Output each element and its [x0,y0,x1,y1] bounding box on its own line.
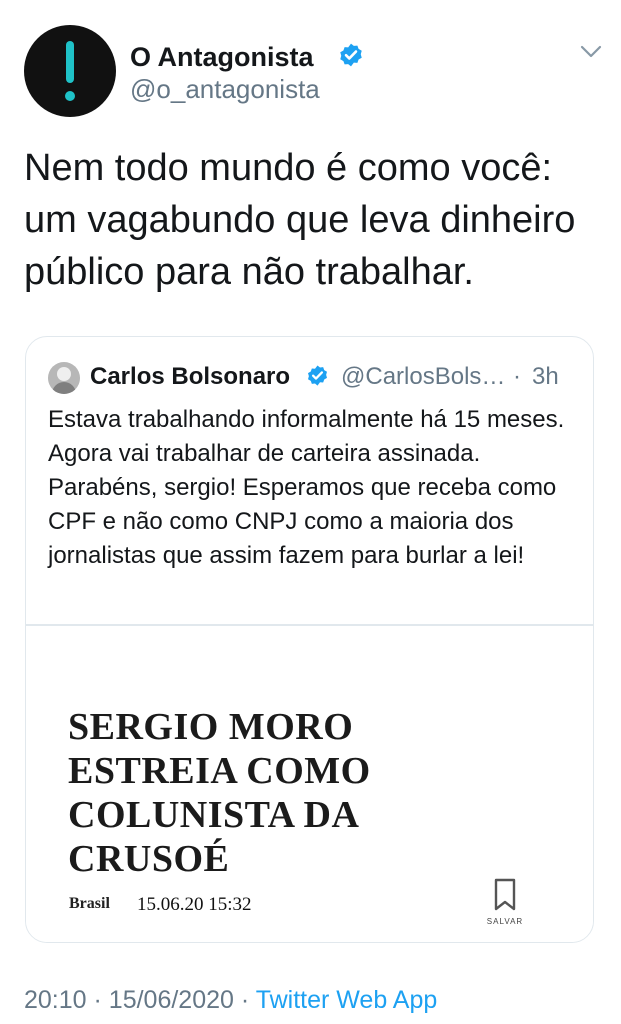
article-datetime: 15.06.20 15:32 [137,894,252,915]
tweet-date[interactable]: 15/06/2020 [109,986,234,1014]
tweet-source[interactable]: Twitter Web App [256,986,438,1014]
quoted-author-avatar[interactable] [48,362,80,394]
quoted-tweet-time[interactable]: 3h [532,362,559,392]
author-avatar[interactable] [24,25,116,117]
article-section: Brasil [69,895,110,912]
quoted-author-handle[interactable]: @CarlosBols… [341,362,505,392]
quoted-tweet-card[interactable]: Carlos Bolsonaro @CarlosBols… · 3h Estav… [25,336,594,943]
metadata-separator: · [240,986,250,1014]
tweet-header: O Antagonista @o_antagonista [24,25,604,117]
tweet-time[interactable]: 20:10 [24,986,87,1014]
metadata-separator: · [93,986,102,1014]
save-button[interactable]: SALVAR [482,878,528,940]
verified-badge-icon [340,43,362,67]
author-handle[interactable]: @o_antagonista [130,73,320,105]
tweet-metadata: 20:10 · 15/06/2020 · Twitter Web App [24,984,604,1020]
chevron-down-icon[interactable] [579,43,603,61]
quoted-tweet-text: Estava trabalhando informalmente há 15 m… [48,406,565,569]
article-preview[interactable]: SERGIO MORO ESTREIA COMO COLUNISTA DA CR… [26,626,593,942]
author-name[interactable]: O Antagonista [130,41,314,73]
quoted-author-name[interactable]: Carlos Bolsonaro [90,362,290,392]
exclamation-logo-icon [66,41,74,83]
tweet-text: Nem todo mundo é como você: um vagabundo… [24,147,576,293]
exclamation-dot-icon [65,91,75,101]
bookmark-icon [494,878,516,911]
verified-badge-icon [308,365,327,386]
meta-separator: · [513,363,521,390]
save-label: SALVAR [486,917,524,926]
article-headline: SERGIO MORO ESTREIA COMO COLUNISTA DA CR… [68,706,371,880]
